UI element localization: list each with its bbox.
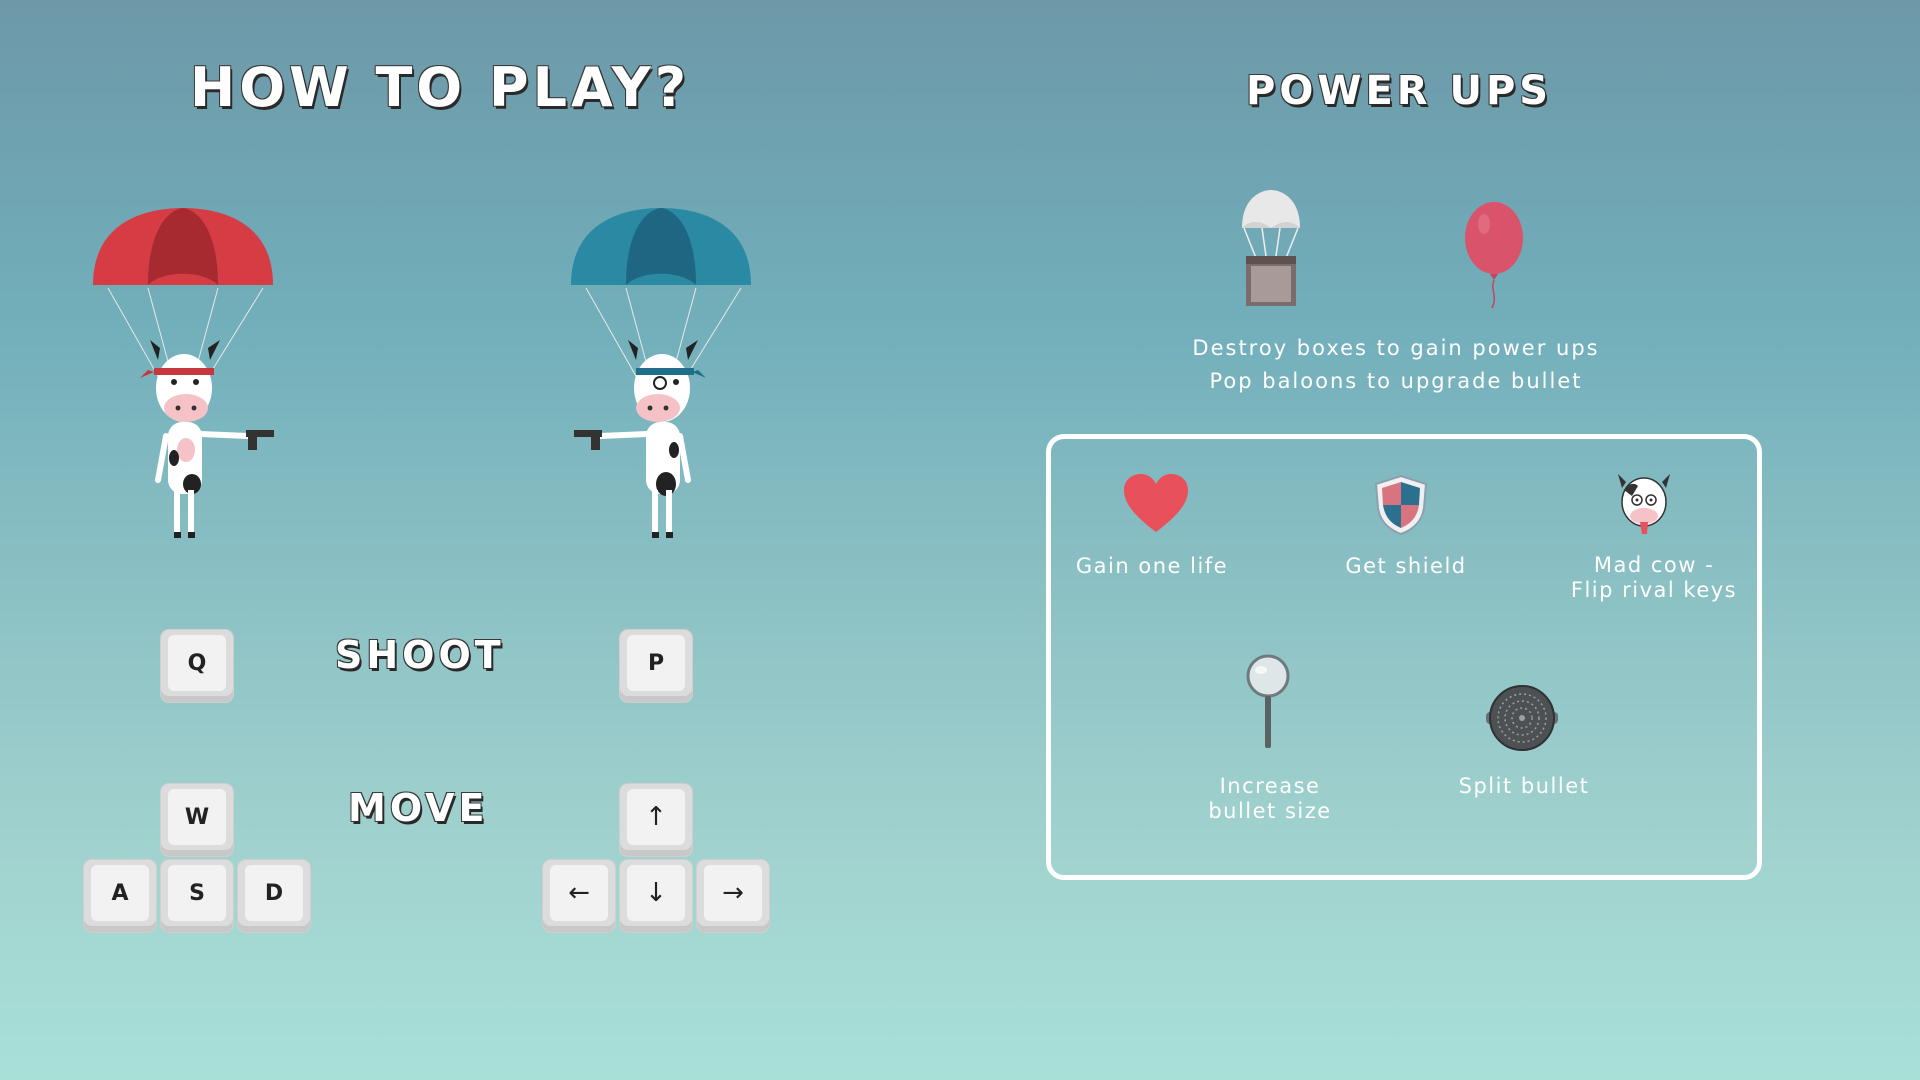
how-to-play-title: HOW TO PLAY? [190,56,691,119]
split-bullet-icon [1486,685,1558,751]
player2-cow-parachute [571,208,751,538]
key-q: Q [161,630,233,702]
player1-cow-parachute [93,208,274,538]
key-arrow-right: → [697,860,769,932]
mad-cow-label: Mad cow - Flip rival keys [1570,553,1738,602]
parachute-box-icon [1242,190,1300,306]
key-arrow-up: ↑ [620,784,692,856]
magnifier-icon [1246,654,1290,748]
split-bullet-label: Split bullet [1458,774,1590,798]
key-a: A [84,860,156,932]
key-arrow-down: ↓ [620,860,692,932]
shield-icon [1374,474,1428,536]
mad-cow-icon [1618,474,1670,534]
pistol-icon [574,430,602,450]
key-arrow-left: ← [543,860,615,932]
gain-one-life-label: Gain one life [1075,554,1229,578]
cow-icon [574,340,706,538]
shoot-label: SHOOT [335,633,505,677]
heart-icon [1124,474,1188,532]
key-w: W [161,784,233,856]
increase-bullet-size-label: Increase bullet size [1208,774,1332,823]
pistol-icon [246,430,274,450]
balloon-icon [1465,202,1523,309]
key-p: P [620,630,692,702]
power-ups-info-line2: Pop baloons to upgrade bullet [1209,369,1583,393]
key-s: S [161,860,233,932]
key-d: D [238,860,310,932]
power-ups-title: POWER UPS [1246,68,1553,114]
cow-icon [140,340,274,538]
get-shield-label: Get shield [1345,554,1467,578]
move-label: MOVE [348,786,489,830]
power-ups-info-line1: Destroy boxes to gain power ups [1192,336,1600,360]
